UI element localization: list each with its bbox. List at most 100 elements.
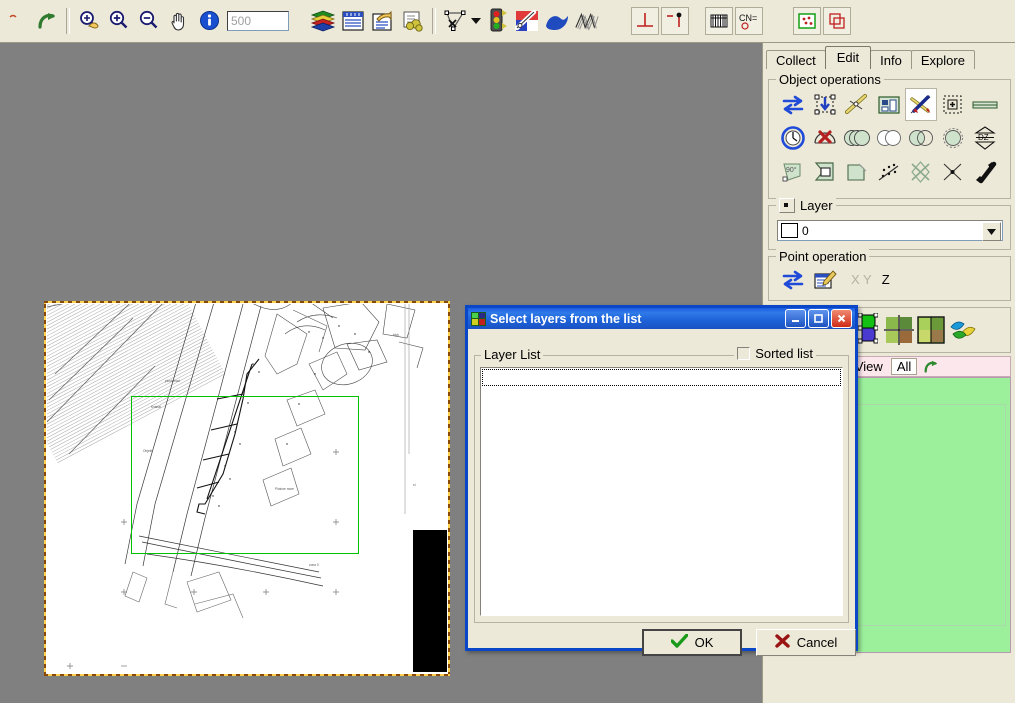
cancel-button-label: Cancel bbox=[796, 635, 838, 650]
zoom-in-icon[interactable] bbox=[105, 7, 133, 35]
view-label[interactable]: View bbox=[855, 359, 883, 374]
xor-icon[interactable] bbox=[873, 121, 905, 154]
dialog-window-controls bbox=[785, 309, 852, 328]
svg-text:blok: blok bbox=[393, 333, 399, 337]
svg-text:CN=: CN= bbox=[739, 13, 757, 23]
tab-collect[interactable]: Collect bbox=[766, 50, 826, 69]
object-operations-label: Object operations bbox=[776, 72, 884, 87]
refresh-icon[interactable] bbox=[923, 359, 939, 375]
svg-text:90°: 90° bbox=[786, 166, 797, 174]
layer-group: Layer 0 bbox=[768, 198, 1011, 250]
union-icon[interactable] bbox=[841, 121, 873, 154]
dialog-title-text: Select layers from the list bbox=[490, 311, 642, 326]
maximize-button[interactable] bbox=[808, 309, 829, 328]
cn-equals-icon[interactable]: CN= bbox=[735, 6, 763, 35]
layer-listbox[interactable] bbox=[480, 367, 843, 616]
toolbar-separator bbox=[66, 7, 70, 34]
points-line-icon[interactable] bbox=[873, 155, 905, 188]
inner-rect-icon[interactable] bbox=[809, 155, 841, 188]
contours-icon[interactable] bbox=[573, 7, 601, 35]
intersect-icon[interactable] bbox=[905, 121, 937, 154]
svg-text:ploshchad: ploshchad bbox=[165, 379, 180, 383]
ok-button-label: OK bbox=[694, 635, 714, 650]
undo-icon[interactable] bbox=[3, 7, 31, 35]
points-select-icon[interactable] bbox=[793, 6, 821, 35]
pan-hand-icon[interactable] bbox=[165, 7, 193, 35]
redo-icon[interactable] bbox=[33, 7, 61, 35]
select-cancel-icon[interactable] bbox=[441, 7, 469, 35]
sorted-list-label: Sorted list bbox=[755, 346, 813, 361]
point-operation-label: Point operation bbox=[776, 249, 870, 264]
tab-explore[interactable]: Explore bbox=[910, 50, 975, 69]
sorted-list-checkbox-wrapper[interactable]: Sorted list bbox=[734, 346, 816, 361]
move-down-icon[interactable] bbox=[809, 88, 841, 121]
cancel-button[interactable]: Cancel bbox=[756, 629, 856, 656]
traffic-light-icon[interactable] bbox=[483, 7, 511, 35]
minimize-button[interactable] bbox=[785, 309, 806, 328]
edit-table-icon[interactable] bbox=[809, 263, 841, 296]
edit-note-icon[interactable] bbox=[369, 7, 397, 35]
toolbar-separator-2 bbox=[432, 7, 436, 34]
rotate-clock-icon[interactable] bbox=[777, 121, 809, 154]
raster-drawing-window[interactable]: Kvartal Objekt Plotnoe more ploshchad zo… bbox=[44, 301, 450, 676]
shapes-select-icon[interactable] bbox=[823, 6, 851, 35]
dz-icon[interactable]: DZ bbox=[969, 121, 1001, 154]
table-icon[interactable] bbox=[339, 7, 367, 35]
raster-image[interactable]: Kvartal Objekt Plotnoe more ploshchad zo… bbox=[47, 304, 447, 673]
insert-vertex-icon[interactable] bbox=[937, 88, 969, 121]
svg-text:s l: s l bbox=[413, 483, 416, 487]
color-blend-icon[interactable] bbox=[947, 313, 979, 346]
settings-gear-icon[interactable] bbox=[399, 7, 427, 35]
layer-selected-value: 0 bbox=[802, 223, 809, 238]
cross-hatch-icon[interactable] bbox=[905, 155, 937, 188]
zoom-out-icon[interactable] bbox=[135, 7, 163, 35]
tab-edit[interactable]: Edit bbox=[824, 46, 872, 69]
layers-icon[interactable] bbox=[309, 7, 337, 35]
layer-toggle-button[interactable] bbox=[779, 198, 795, 213]
zoom-window-icon[interactable] bbox=[75, 7, 103, 35]
object-operations-group: Object operations DZ 90° bbox=[768, 72, 1011, 199]
cut-tools-icon[interactable] bbox=[905, 88, 937, 121]
dropdown-arrow-icon[interactable] bbox=[470, 7, 482, 35]
right-angle-icon[interactable]: 90° bbox=[777, 155, 809, 188]
listbox-focus-rectangle bbox=[482, 369, 841, 386]
swap-points-icon[interactable] bbox=[777, 263, 809, 296]
chevron-down-icon[interactable] bbox=[982, 222, 1001, 241]
scale-input[interactable]: 500 bbox=[227, 10, 289, 31]
dialog-title-bar[interactable]: Select layers from the list bbox=[468, 308, 855, 329]
layer-group-label: Layer bbox=[776, 198, 836, 213]
zoom-all-button[interactable]: All bbox=[890, 358, 918, 375]
split-line-icon[interactable] bbox=[841, 88, 873, 121]
perpendicular-icon[interactable] bbox=[631, 6, 659, 35]
ok-button[interactable]: OK bbox=[642, 629, 742, 656]
parallel-lines-icon[interactable] bbox=[969, 88, 1001, 121]
sorted-list-checkbox[interactable] bbox=[737, 347, 751, 360]
main-toolbar: 500 CN= bbox=[0, 0, 1015, 43]
delete-arc-icon[interactable] bbox=[809, 121, 841, 154]
clamp-icon[interactable] bbox=[513, 7, 541, 35]
svg-text:DZ: DZ bbox=[978, 133, 989, 142]
info-icon[interactable] bbox=[195, 7, 223, 35]
blob-icon[interactable] bbox=[543, 7, 571, 35]
application-window: 500 CN= Kvartal Objekt Plotnoe more plos… bbox=[0, 0, 1015, 703]
layer-combobox[interactable]: 0 bbox=[777, 220, 1003, 241]
app-window-icon bbox=[471, 311, 486, 326]
point-operation-group: Point operation X Y Z bbox=[768, 249, 1011, 301]
grid-icon[interactable] bbox=[705, 6, 733, 35]
svg-text:zona 3: zona 3 bbox=[309, 563, 319, 567]
layer-list-label: Layer List bbox=[481, 347, 544, 362]
thick-lines-icon[interactable] bbox=[969, 155, 1001, 188]
raster-quad-split-icon[interactable] bbox=[883, 313, 915, 346]
raster-quad-icon[interactable] bbox=[915, 313, 947, 346]
group-objects-icon[interactable] bbox=[873, 88, 905, 121]
close-button[interactable] bbox=[831, 309, 852, 328]
trim-corner-icon[interactable] bbox=[841, 155, 873, 188]
offset-point-icon[interactable] bbox=[661, 6, 689, 35]
green-selection-rectangle[interactable] bbox=[131, 396, 359, 554]
cross-point-icon[interactable] bbox=[937, 155, 969, 188]
layer-color-swatch bbox=[781, 223, 798, 238]
tab-info[interactable]: Info bbox=[870, 50, 912, 69]
black-image-region bbox=[413, 530, 447, 672]
merge-icon[interactable] bbox=[937, 121, 969, 154]
swap-objects-icon[interactable] bbox=[777, 88, 809, 121]
